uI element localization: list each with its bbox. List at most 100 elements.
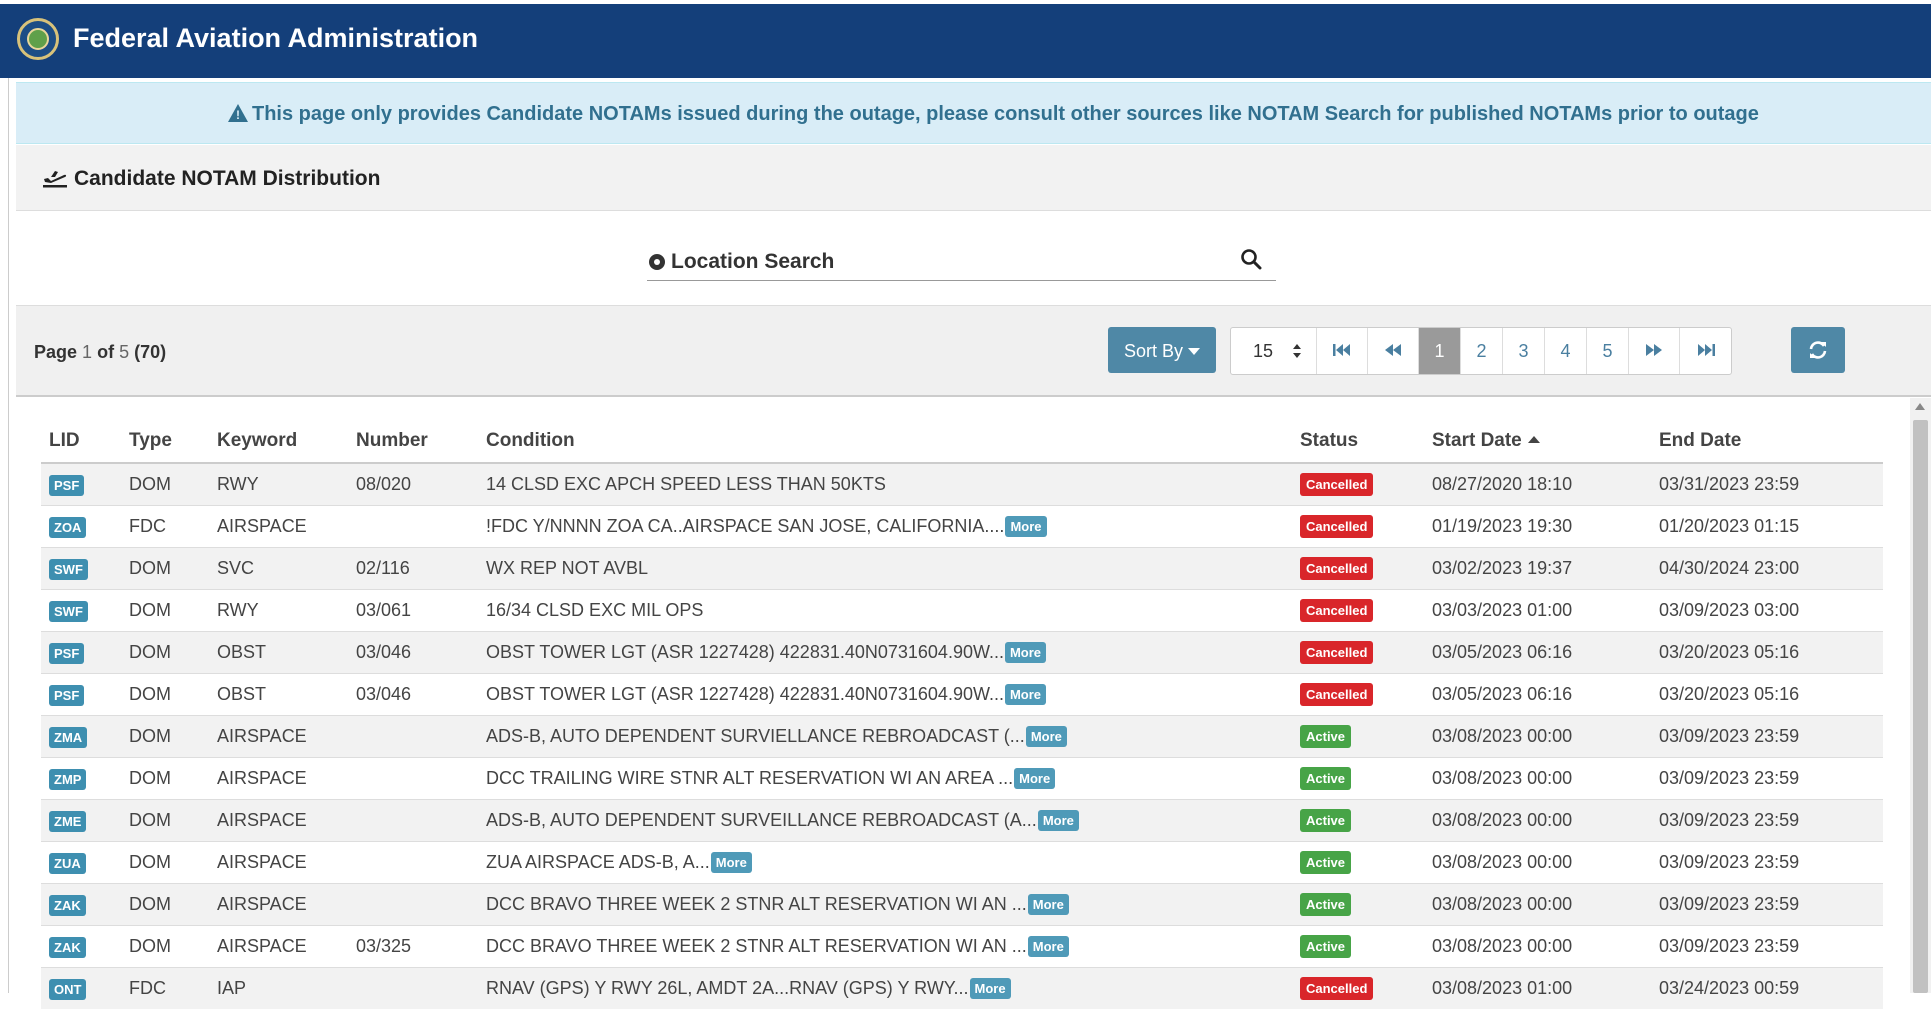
prev-page-button[interactable] (1368, 328, 1419, 374)
table-row[interactable]: ZMADOMAIRSPACEADS-B, AUTO DEPENDENT SURV… (41, 716, 1883, 758)
start-date-cell: 03/08/2023 01:00 (1424, 968, 1651, 1009)
more-button[interactable]: More (1014, 768, 1055, 789)
type-cell: DOM (121, 800, 209, 842)
more-button[interactable]: More (1005, 684, 1046, 705)
number-cell (348, 884, 478, 926)
page-button-2[interactable]: 2 (1461, 328, 1503, 374)
table-header-row: LID Type Keyword Number Condition Status… (41, 420, 1883, 463)
sort-by-button[interactable]: Sort By (1108, 327, 1216, 373)
more-button[interactable]: More (970, 978, 1011, 999)
col-condition[interactable]: Condition (478, 420, 1292, 463)
lid-badge[interactable]: ZMA (49, 727, 87, 748)
col-number[interactable]: Number (348, 420, 478, 463)
more-button[interactable]: More (1028, 894, 1069, 915)
lid-badge[interactable]: PSF (49, 685, 84, 706)
lid-badge[interactable]: ONT (49, 979, 86, 1000)
status-badge: Cancelled (1300, 641, 1373, 664)
number-cell (348, 758, 478, 800)
more-button[interactable]: More (1005, 516, 1046, 537)
table-row[interactable]: ONTFDCIAPRNAV (GPS) Y RWY 26L, AMDT 2A..… (41, 968, 1883, 1009)
table-row[interactable]: PSFDOMOBST03/046OBST TOWER LGT (ASR 1227… (41, 674, 1883, 716)
refresh-button[interactable] (1791, 327, 1845, 373)
table-row[interactable]: ZMEDOMAIRSPACEADS-B, AUTO DEPENDENT SURV… (41, 800, 1883, 842)
app-title[interactable]: Federal Aviation Administration (73, 23, 478, 54)
page-button-4[interactable]: 4 (1545, 328, 1587, 374)
pagination: 15 1 2 3 4 5 (1230, 327, 1732, 375)
more-button[interactable]: More (1026, 726, 1067, 747)
table-row[interactable]: ZUADOMAIRSPACEZUA AIRSPACE ADS-B, A...Mo… (41, 842, 1883, 884)
page-button-3[interactable]: 3 (1503, 328, 1545, 374)
table-row[interactable]: PSFDOMOBST03/046OBST TOWER LGT (ASR 1227… (41, 632, 1883, 674)
table-row[interactable]: ZOAFDCAIRSPACE!FDC Y/NNNN ZOA CA..AIRSPA… (41, 506, 1883, 548)
col-keyword[interactable]: Keyword (209, 420, 348, 463)
search-icon[interactable] (1240, 248, 1262, 270)
faa-seal-icon[interactable] (17, 18, 59, 60)
keyword-cell: IAP (209, 968, 348, 1009)
sort-asc-icon (1528, 436, 1540, 443)
end-date-cell: 01/20/2023 01:15 (1651, 506, 1883, 548)
last-page-button[interactable] (1680, 328, 1731, 374)
search-label[interactable]: Location Search (671, 250, 834, 274)
status-badge: Cancelled (1300, 977, 1373, 1000)
start-date-cell: 03/08/2023 00:00 (1424, 716, 1651, 758)
status-badge: Active (1300, 725, 1351, 748)
col-type[interactable]: Type (121, 420, 209, 463)
status-badge: Cancelled (1300, 683, 1373, 706)
keyword-cell: OBST (209, 674, 348, 716)
number-cell (348, 716, 478, 758)
table-row[interactable]: SWFDOMRWY03/06116/34 CLSD EXC MIL OPSCan… (41, 590, 1883, 632)
next-page-button[interactable] (1629, 328, 1680, 374)
start-date-cell: 03/08/2023 00:00 (1424, 926, 1651, 968)
lid-badge[interactable]: ZME (49, 811, 86, 832)
radio-icon[interactable] (649, 254, 665, 270)
first-page-button[interactable] (1317, 328, 1368, 374)
keyword-cell: AIRSPACE (209, 842, 348, 884)
keyword-cell: RWY (209, 463, 348, 506)
table-row[interactable]: SWFDOMSVC02/116WX REP NOT AVBLCancelled0… (41, 548, 1883, 590)
col-end-date[interactable]: End Date (1651, 420, 1883, 463)
lid-badge[interactable]: ZAK (49, 895, 86, 916)
lid-badge[interactable]: SWF (49, 559, 88, 580)
more-button[interactable]: More (1038, 810, 1079, 831)
status-badge: Cancelled (1300, 599, 1373, 622)
number-cell: 03/046 (348, 674, 478, 716)
page-button-5[interactable]: 5 (1587, 328, 1629, 374)
number-cell: 03/046 (348, 632, 478, 674)
lid-badge[interactable]: ZOA (49, 517, 86, 538)
lid-badge[interactable]: PSF (49, 643, 84, 664)
keyword-cell: AIRSPACE (209, 758, 348, 800)
lid-badge[interactable]: PSF (49, 475, 84, 496)
more-button[interactable]: More (711, 852, 752, 873)
end-date-cell: 03/09/2023 23:59 (1651, 842, 1883, 884)
more-button[interactable]: More (1005, 642, 1046, 663)
scroll-up-icon[interactable] (1915, 403, 1925, 410)
status-badge: Cancelled (1300, 473, 1373, 496)
col-lid[interactable]: LID (41, 420, 121, 463)
number-cell: 03/061 (348, 590, 478, 632)
number-cell (348, 800, 478, 842)
col-start-date[interactable]: Start Date (1424, 420, 1651, 463)
keyword-cell: AIRSPACE (209, 506, 348, 548)
scroll-thumb[interactable] (1913, 420, 1928, 993)
lid-badge[interactable]: SWF (49, 601, 88, 622)
table-row[interactable]: PSFDOMRWY08/02014 CLSD EXC APCH SPEED LE… (41, 463, 1883, 506)
keyword-cell: RWY (209, 590, 348, 632)
caret-down-icon (1188, 348, 1200, 355)
lid-badge[interactable]: ZMP (49, 769, 86, 790)
vertical-scrollbar[interactable] (1910, 398, 1931, 993)
lid-badge[interactable]: ZUA (49, 853, 86, 874)
table-row[interactable]: ZMPDOMAIRSPACEDCC TRAILING WIRE STNR ALT… (41, 758, 1883, 800)
col-status[interactable]: Status (1292, 420, 1424, 463)
lid-badge[interactable]: ZAK (49, 937, 86, 958)
page-size-select[interactable]: 15 (1231, 328, 1317, 374)
table-row[interactable]: ZAKDOMAIRSPACE03/325DCC BRAVO THREE WEEK… (41, 926, 1883, 968)
page-info: Page 1 of 5 (70) (34, 342, 166, 363)
table-row[interactable]: ZAKDOMAIRSPACEDCC BRAVO THREE WEEK 2 STN… (41, 884, 1883, 926)
page-button-1[interactable]: 1 (1419, 328, 1461, 374)
location-search[interactable]: Location Search (647, 240, 1276, 281)
condition-cell: RNAV (GPS) Y RWY 26L, AMDT 2A...RNAV (GP… (478, 968, 1292, 1009)
condition-cell: DCC BRAVO THREE WEEK 2 STNR ALT RESERVAT… (478, 926, 1292, 968)
more-button[interactable]: More (1028, 936, 1069, 957)
condition-cell: 16/34 CLSD EXC MIL OPS (478, 590, 1292, 632)
end-date-cell: 03/09/2023 23:59 (1651, 800, 1883, 842)
